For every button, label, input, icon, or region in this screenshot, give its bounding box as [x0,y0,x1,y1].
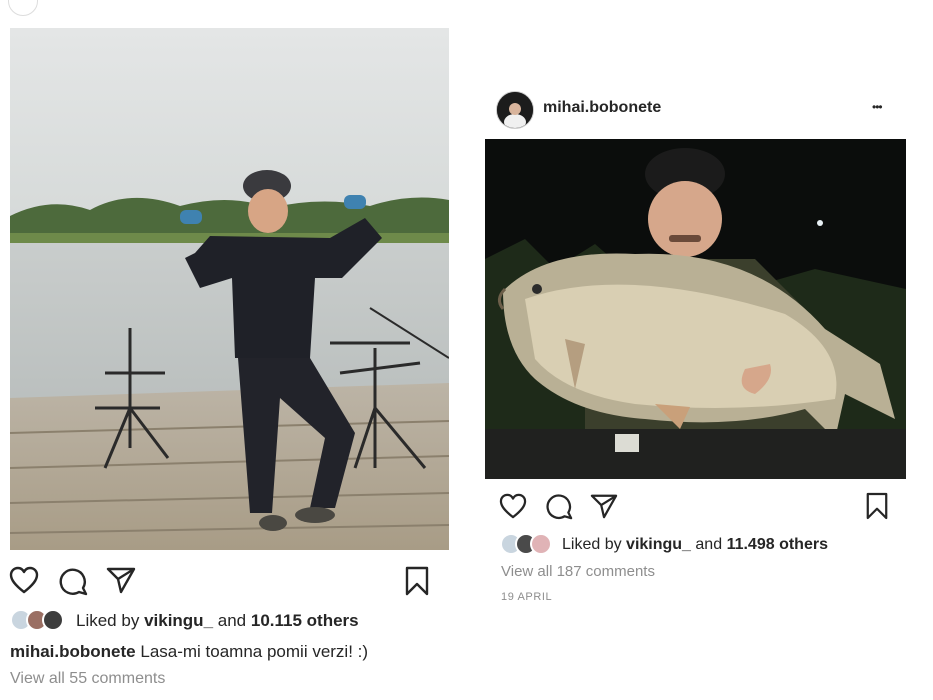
post-username[interactable]: mihai.bobonete [543,99,661,117]
likes-text[interactable]: Liked by vikingu_ and 10.115 others [76,611,359,631]
caption-username[interactable]: mihai.bobonete [10,642,136,661]
likes-count[interactable]: 11.498 others [727,536,828,553]
likes-prefix: Liked by [76,611,140,630]
caption: mihai.bobonete Lasa-mi toamna pomii verz… [10,642,368,662]
cropped-avatar [8,0,38,16]
view-comments-link[interactable]: View all 187 comments [501,563,655,580]
share-icon[interactable] [590,493,618,519]
likes-middle: and [695,536,723,553]
avatar[interactable] [496,91,534,129]
liker-username[interactable]: vikingu_ [626,536,691,553]
likes-middle: and [217,611,247,630]
post-date: 19 APRIL [501,591,553,603]
share-icon[interactable] [106,566,136,594]
likes-row: Liked by vikingu_ and 11.498 others [500,533,828,557]
heart-icon[interactable] [9,566,39,594]
likes-row: Liked by vikingu_ and 10.115 others [10,609,359,633]
likes-count[interactable]: 10.115 others [251,611,359,630]
liker-username[interactable]: vikingu_ [144,611,213,630]
bookmark-icon[interactable] [865,492,889,520]
view-comments-link[interactable]: View all 55 comments [10,670,165,688]
more-options-icon[interactable]: ••• [872,100,883,114]
likes-text[interactable]: Liked by vikingu_ and 11.498 others [562,536,828,554]
comment-icon[interactable] [58,566,88,596]
post-image-left[interactable] [10,28,449,550]
caption-text: Lasa-mi toamna pomii verzi! :) [140,642,369,661]
liker-avatars[interactable] [10,609,68,633]
comment-icon[interactable] [545,492,573,520]
liker-avatars[interactable] [500,533,554,557]
heart-icon[interactable] [499,493,527,519]
avatar [42,609,64,631]
bookmark-icon[interactable] [404,566,430,596]
likes-prefix: Liked by [562,536,622,553]
avatar [530,533,552,555]
post-image-right[interactable] [485,139,906,479]
